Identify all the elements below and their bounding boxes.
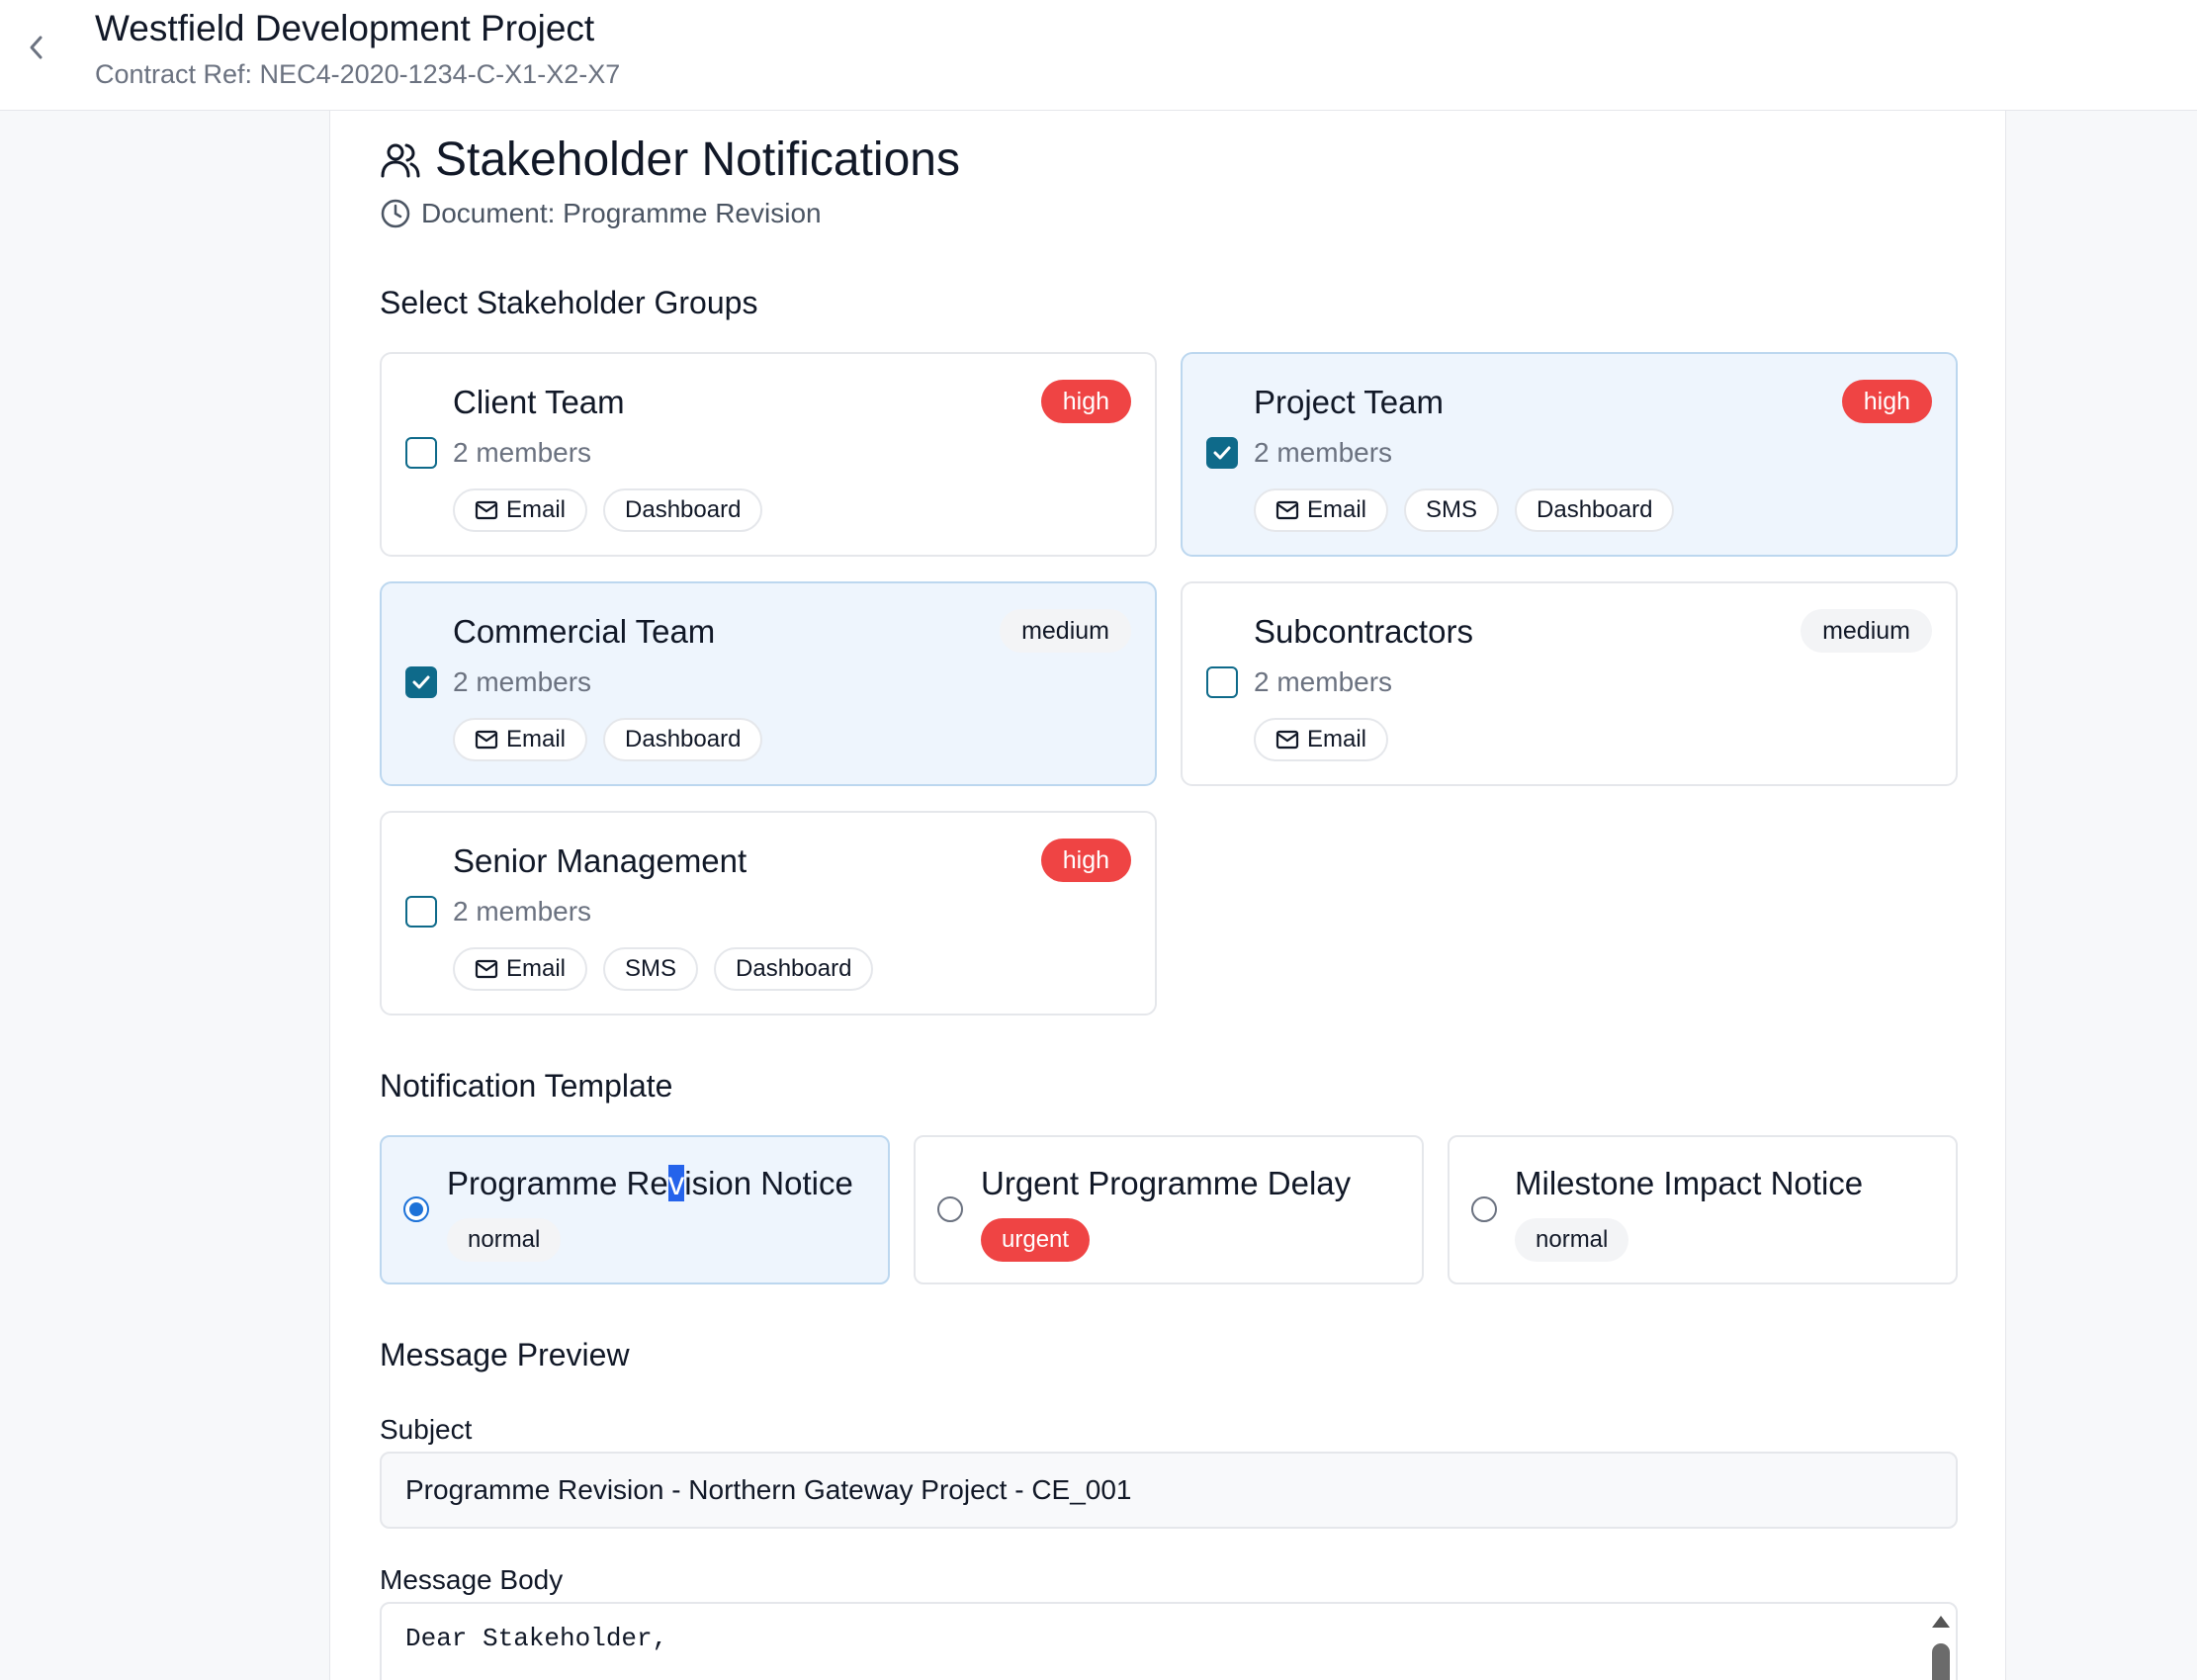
check-icon	[1213, 446, 1231, 460]
template-card[interactable]: Milestone Impact Notice normal	[1448, 1135, 1958, 1284]
mail-icon	[475, 500, 498, 520]
group-checkbox[interactable]	[405, 666, 437, 698]
template-radio[interactable]	[937, 1196, 963, 1222]
mail-icon	[475, 959, 498, 979]
channel-chip: Email	[453, 718, 588, 761]
notifications-panel: Stakeholder Notifications Document: Prog…	[329, 111, 2006, 1680]
template-priority-badge: normal	[1515, 1218, 1629, 1262]
channel-chip: Dashboard	[1515, 488, 1675, 532]
channel-chip: SMS	[1404, 488, 1500, 532]
message-body-textarea[interactable]: Dear Stakeholder,	[380, 1602, 1958, 1680]
channel-label: Dashboard	[736, 955, 852, 982]
preview-section-title: Message Preview	[380, 1337, 630, 1372]
priority-badge: high	[1040, 380, 1131, 423]
template-priority-badge: normal	[447, 1218, 562, 1262]
stakeholder-group-card[interactable]: Project Team 2 members high Email SMS Dashboa…	[1181, 352, 1958, 557]
template-card[interactable]: Urgent Programme Delay urgent	[914, 1135, 1424, 1284]
document-line: Document: Programme Revision	[380, 198, 822, 229]
priority-badge: medium	[1801, 609, 1932, 653]
group-checkbox[interactable]	[405, 437, 437, 469]
group-name: Commercial Team	[453, 613, 716, 650]
channel-label: Dashboard	[625, 726, 742, 752]
template-name: Programme Revision Notice	[447, 1165, 853, 1202]
group-name: Senior Management	[453, 842, 747, 879]
template-name: Milestone Impact Notice	[1515, 1165, 1864, 1201]
channel-label: Dashboard	[1537, 496, 1653, 523]
channel-list: Email SMS Dashboard	[453, 947, 874, 991]
groups-section-title: Select Stakeholder Groups	[380, 285, 758, 320]
page-title: Stakeholder Notifications	[380, 133, 960, 187]
mail-icon	[475, 730, 498, 750]
project-title: Westfield Development Project	[95, 8, 595, 48]
group-name: Project Team	[1254, 384, 1444, 420]
channel-label: Dashboard	[625, 496, 742, 523]
group-members-count: 2 members	[1254, 437, 1393, 468]
channel-chip: Dashboard	[714, 947, 874, 991]
channel-chip: Dashboard	[603, 718, 763, 761]
mail-icon	[1275, 500, 1299, 520]
channel-chip: Dashboard	[603, 488, 763, 532]
scroll-up-arrow-icon[interactable]	[1932, 1616, 1950, 1628]
channel-label: SMS	[1426, 496, 1478, 523]
channel-chip: SMS	[603, 947, 699, 991]
stakeholder-group-card[interactable]: Senior Management 2 members high Email SMS Da…	[380, 811, 1157, 1016]
channel-label: Email	[506, 726, 567, 752]
priority-badge: high	[1040, 839, 1131, 882]
back-button[interactable]	[20, 28, 53, 67]
template-name-part: Programme Re	[447, 1165, 668, 1201]
channel-label: SMS	[625, 955, 677, 982]
group-members-count: 2 members	[453, 437, 592, 468]
group-name: Client Team	[453, 384, 625, 420]
group-checkbox[interactable]	[1206, 437, 1238, 469]
chevron-left-icon	[30, 36, 43, 59]
channel-list: Email	[1254, 718, 1389, 761]
template-priority-badge: urgent	[981, 1218, 1091, 1262]
document-name: Document: Programme Revision	[421, 198, 822, 228]
template-section-title: Notification Template	[380, 1068, 673, 1104]
top-bar: Westfield Development Project Contract R…	[0, 0, 2197, 111]
channel-label: Email	[506, 496, 567, 523]
subject-input[interactable]	[380, 1452, 1958, 1529]
check-icon	[412, 675, 430, 689]
template-radio[interactable]	[403, 1196, 429, 1222]
stakeholder-group-card[interactable]: Client Team 2 members high Email Dashboard	[380, 352, 1157, 557]
template-name-part: ision Notice	[684, 1165, 853, 1201]
group-checkbox[interactable]	[405, 896, 437, 928]
priority-badge: medium	[1000, 609, 1131, 653]
template-name: Urgent Programme Delay	[981, 1165, 1352, 1201]
template-radio[interactable]	[1471, 1196, 1497, 1222]
channel-list: Email Dashboard	[453, 718, 763, 761]
channel-chip: Email	[453, 947, 588, 991]
group-members-count: 2 members	[453, 666, 592, 697]
clock-icon	[381, 199, 410, 228]
channel-label: Email	[1307, 726, 1367, 752]
group-members-count: 2 members	[453, 896, 592, 927]
channel-label: Email	[506, 955, 567, 982]
message-body-label: Message Body	[380, 1564, 564, 1595]
stakeholder-group-card[interactable]: Subcontractors 2 members medium Email	[1181, 581, 1958, 786]
stakeholder-group-card[interactable]: Commercial Team 2 members medium Email Dashb…	[380, 581, 1157, 786]
channel-chip: Email	[1254, 488, 1389, 532]
template-card[interactable]: Programme Revision Notice normal	[380, 1135, 890, 1284]
channel-label: Email	[1307, 496, 1367, 523]
channel-list: Email Dashboard	[453, 488, 763, 532]
mail-icon	[1275, 730, 1299, 750]
priority-badge: high	[1841, 380, 1932, 423]
scrollbar-thumb[interactable]	[1932, 1643, 1950, 1680]
group-members-count: 2 members	[1254, 666, 1393, 697]
channel-chip: Email	[453, 488, 588, 532]
text-selection-highlight: v	[667, 1165, 685, 1201]
contract-ref: Contract Ref: NEC4-2020-1234-C-X1-X2-X7	[95, 59, 621, 89]
page-title-text: Stakeholder Notifications	[435, 133, 960, 186]
channel-list: Email SMS Dashboard	[1254, 488, 1675, 532]
subject-label: Subject	[380, 1414, 473, 1445]
message-body-text: Dear Stakeholder,	[405, 1624, 668, 1653]
group-checkbox[interactable]	[1206, 666, 1238, 698]
users-icon	[381, 143, 420, 177]
channel-chip: Email	[1254, 718, 1389, 761]
group-name: Subcontractors	[1254, 613, 1473, 650]
